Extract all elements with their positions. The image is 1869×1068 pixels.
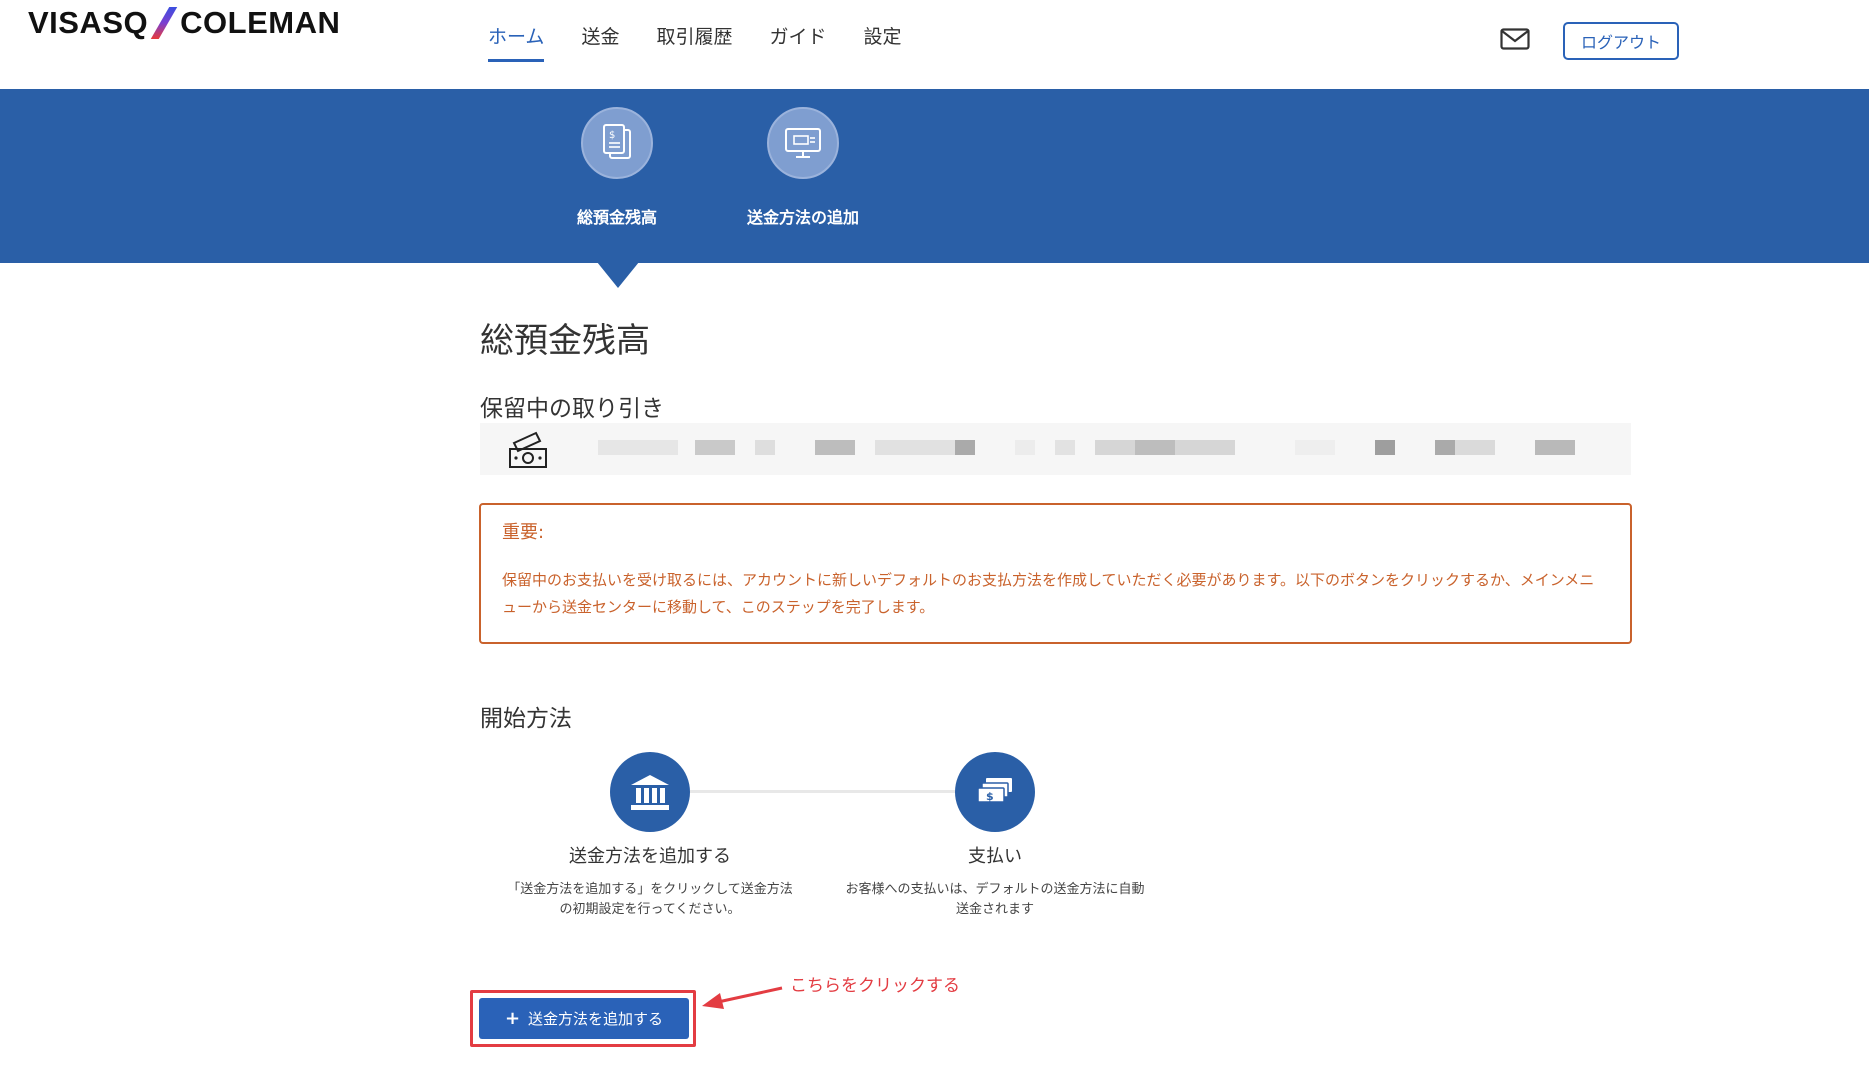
redacted-block (1135, 440, 1175, 455)
annotation-arrow-icon (702, 986, 783, 1009)
redacted-block (1375, 440, 1395, 455)
document-dollar-icon: $ (581, 107, 653, 179)
nav-home[interactable]: ホーム (488, 22, 545, 62)
pending-heading: 保留中の取り引き (480, 396, 664, 422)
important-notice: 重要: 保留中のお支払いを受け取るには、アカウントに新しいデフォルトのお支払方法… (479, 503, 1632, 644)
step-payment-title: 支払い (968, 846, 1022, 867)
monitor-icon (767, 107, 839, 179)
plus-icon: + (504, 1008, 521, 1029)
step-payment: $ 支払い お客様への支払いは、デフォルトの送金方法に自動送金されます (845, 752, 1145, 920)
logout-button[interactable]: ログアウト (1563, 22, 1679, 60)
nav-settings[interactable]: 設定 (863, 22, 901, 62)
step-payment-desc: お客様への支払いは、デフォルトの送金方法に自動送金されます (845, 882, 1145, 917)
nav-history[interactable]: 取引履歴 (656, 22, 732, 62)
tab-add-method-label: 送金方法の追加 (746, 208, 859, 227)
redacted-block (1435, 440, 1455, 455)
notice-title: 重要: (502, 522, 545, 543)
redacted-block (815, 440, 855, 455)
add-method-button-label: 送金方法を追加する (528, 1010, 664, 1028)
step-add-method-title: 送金方法を追加する (569, 846, 731, 867)
hero-banner: $ 総預金残高 送金方法の追加 (0, 89, 1869, 263)
cash-icon (509, 431, 547, 468)
step-add-method-desc: 「送金方法を追加する」をクリックして送金方法の初期設定を行ってください。 (507, 882, 793, 917)
redacted-block (1015, 440, 1035, 455)
step-add-method: 送金方法を追加する 「送金方法を追加する」をクリックして送金方法の初期設定を行っ… (505, 752, 795, 920)
bank-icon (610, 752, 690, 832)
brand-logo[interactable]: VISASQ COLEMAN (28, 5, 341, 40)
nav-transfer[interactable]: 送金 (581, 22, 619, 62)
redacted-block (1295, 440, 1335, 455)
logo-left: VISASQ (28, 5, 149, 40)
main-nav: ホーム 送金 取引履歴 ガイド 設定 (488, 22, 939, 62)
pending-transaction-row[interactable] (480, 423, 1631, 475)
tab-add-method[interactable]: 送金方法の追加 (703, 107, 903, 228)
redacted-block (1535, 440, 1575, 455)
notice-body: 保留中のお支払いを受け取るには、アカウントに新しいデフォルトのお支払方法を作成し… (502, 571, 1595, 616)
tab-total-balance[interactable]: $ 総預金残高 (517, 107, 717, 228)
mail-icon[interactable] (1500, 28, 1530, 50)
redacted-block (1455, 440, 1495, 455)
add-method-button[interactable]: + 送金方法を追加する (479, 998, 689, 1039)
steps-heading: 開始方法 (480, 706, 572, 732)
money-icon: $ (955, 752, 1035, 832)
annotation-text: こちらをクリックする (790, 976, 960, 996)
active-tab-pointer (597, 262, 639, 288)
svg-text:$: $ (609, 130, 615, 141)
redacted-block (695, 440, 735, 455)
tab-total-balance-label: 総預金残高 (576, 208, 657, 227)
redacted-block (875, 440, 955, 455)
redacted-block (955, 440, 975, 455)
nav-guide[interactable]: ガイド (769, 22, 826, 62)
redacted-block (1055, 440, 1075, 455)
redacted-block (598, 440, 678, 455)
logo-slash (150, 7, 178, 39)
redacted-block (755, 440, 775, 455)
app-header: VISASQ COLEMAN ホーム 送金 取引履歴 ガイド 設定 ログアウト (0, 0, 1869, 89)
svg-text:$: $ (986, 790, 994, 803)
logo-right: COLEMAN (180, 5, 341, 40)
page-title: 総預金残高 (480, 321, 650, 361)
